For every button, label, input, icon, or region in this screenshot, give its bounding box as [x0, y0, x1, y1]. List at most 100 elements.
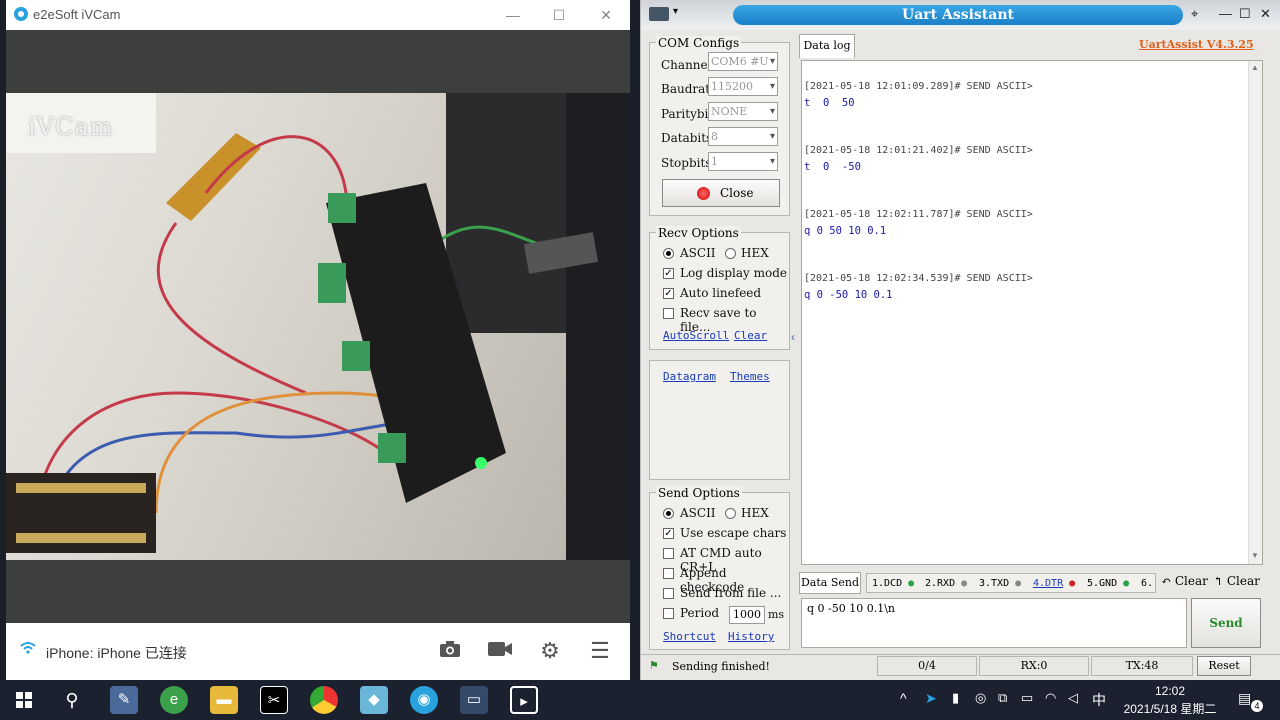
scroll-up-icon[interactable]: ▲ [1251, 63, 1259, 72]
recv-options-panel: Recv Options ASCII HEX ✓ Log display mod… [649, 226, 790, 350]
send-input[interactable]: q 0 -50 10 0.1\n [801, 598, 1187, 648]
send-file-checkbox[interactable] [663, 588, 674, 599]
camera-app-icon[interactable]: ▸ [510, 686, 538, 714]
recv-hex-label: HEX [741, 246, 769, 260]
start-button[interactable] [10, 686, 38, 714]
log-data: t 0 50 [804, 97, 855, 109]
datagram-link[interactable]: Datagram [663, 370, 716, 383]
message-count: 0/4 [877, 656, 977, 676]
maximize-button[interactable]: ☐ [1239, 6, 1251, 22]
tray-app-icon[interactable]: ➤ [925, 690, 937, 707]
ivcam-taskbar-icon[interactable]: ◉ [410, 686, 438, 714]
minimize-button[interactable]: — [1219, 6, 1232, 21]
app-menu-icon[interactable] [649, 7, 669, 21]
search-icon[interactable]: ⚲ [58, 686, 86, 714]
parity-select[interactable]: NONE [708, 102, 778, 121]
folder-icon[interactable]: ▬ [210, 686, 238, 714]
recv-ascii-radio[interactable] [663, 248, 674, 259]
pin-gnd: 5.GND ● [1087, 578, 1130, 589]
clear-send-button[interactable]: ↰ Clear [1213, 574, 1260, 588]
volume-icon[interactable]: ◁ [1068, 690, 1078, 706]
history-link[interactable]: History [728, 630, 774, 643]
camera-preview: iVCam [6, 30, 630, 623]
recv-hex-radio[interactable] [725, 248, 736, 259]
scroll-down-icon[interactable]: ▼ [1251, 551, 1259, 560]
recv-clear-link[interactable]: Clear [734, 329, 767, 342]
log-scrollbar[interactable]: ▲ ▼ [1248, 61, 1262, 564]
tray-cam-icon[interactable]: ◎ [975, 690, 986, 706]
pin-icon[interactable]: ⌖ [1191, 6, 1198, 22]
video-icon[interactable] [486, 637, 514, 665]
clock-time: 12:02 [1154, 684, 1186, 698]
menu-icon[interactable]: ☰ [586, 637, 614, 665]
clear-recv-button[interactable]: ↶ Clear [1161, 574, 1208, 588]
app-icon[interactable]: ◆ [360, 686, 388, 714]
ivcam-titlebar[interactable]: e2eSoft iVCam — ☐ ✕ [6, 0, 630, 30]
channel-label: Channel [661, 58, 712, 72]
collapse-arrow-icon[interactable]: ‹ [791, 330, 799, 354]
ivcam-window: e2eSoft iVCam — ☐ ✕ iVCam iPhone: iPhone… [6, 0, 630, 680]
network-icon[interactable]: ◠ [1045, 690, 1056, 706]
chrome-icon[interactable] [310, 686, 338, 714]
pin-dtr[interactable]: 4.DTR ● [1033, 578, 1075, 589]
battery-icon[interactable]: ▭ [1021, 690, 1033, 706]
stopbits-label: Stopbits [661, 156, 712, 170]
status-led-icon [697, 187, 710, 200]
autoscroll-link[interactable]: AutoScroll [663, 329, 729, 342]
rx-counter: RX:0 [979, 656, 1089, 676]
chevron-down-icon[interactable]: ▾ [673, 6, 678, 17]
group-title: Recv Options [656, 226, 741, 240]
send-ascii-radio[interactable] [663, 508, 674, 519]
databits-select[interactable]: 8 [708, 127, 778, 146]
notification-icon[interactable]: ▤ [1238, 690, 1251, 707]
close-port-button[interactable]: Close [662, 179, 780, 207]
themes-link[interactable]: Themes [730, 370, 770, 383]
reset-button[interactable]: Reset [1197, 656, 1251, 676]
camera-frame-image: iVCam [6, 93, 630, 560]
minimize-button[interactable]: — [503, 5, 523, 25]
tray-chevron-icon[interactable]: ^ [900, 690, 907, 706]
tray-record-icon[interactable]: ⧉ [998, 690, 1007, 706]
at-cmd-checkbox[interactable] [663, 548, 674, 559]
databits-label: Databits [661, 131, 713, 145]
tab-data-send[interactable]: Data Send [799, 572, 861, 594]
shortcut-link[interactable]: Shortcut [663, 630, 716, 643]
send-file-label: Send from file ... [680, 586, 782, 600]
uart-titlebar[interactable]: ▾ Uart Assistant ⌖ — ☐ ✕ [641, 0, 1280, 30]
recv-save-checkbox[interactable] [663, 308, 674, 319]
data-log-area[interactable]: [2021-05-18 12:01:09.289]# SEND ASCII> t… [801, 60, 1263, 565]
stopbits-select[interactable]: 1 [708, 152, 778, 171]
mic-icon[interactable]: ▮ [952, 690, 959, 706]
period-label: Period [680, 606, 720, 620]
log-display-checkbox[interactable]: ✓ [663, 268, 674, 279]
close-window-button[interactable]: ✕ [1260, 6, 1271, 22]
send-button[interactable]: Send [1191, 598, 1261, 648]
period-input[interactable]: 1000 [729, 606, 765, 624]
status-icon: ⚑ [649, 659, 659, 672]
ivcam-watermark: iVCam [28, 113, 114, 141]
send-hex-radio[interactable] [725, 508, 736, 519]
tab-data-log[interactable]: Data log [799, 34, 855, 58]
gear-icon[interactable]: ⚙ [536, 637, 564, 665]
auto-linefeed-label: Auto linefeed [680, 286, 762, 300]
capcut-icon[interactable]: ✂ [260, 686, 288, 714]
escape-chars-checkbox[interactable]: ✓ [663, 528, 674, 539]
checkcode-checkbox[interactable] [663, 568, 674, 579]
baudrate-select[interactable]: 115200 [708, 77, 778, 96]
camera-icon[interactable] [436, 637, 464, 665]
version-link[interactable]: UartAssist V4.3.25 [1139, 38, 1254, 51]
ime-indicator[interactable]: 中 [1092, 690, 1106, 710]
browser-app-icon[interactable]: e [160, 686, 188, 714]
circuit-board-photo [6, 93, 630, 560]
status-message: Sending finished! [672, 660, 770, 673]
close-button-label: Close [720, 186, 754, 200]
channel-select[interactable]: COM6 #U [708, 52, 778, 71]
uart-taskbar-icon[interactable]: ▭ [460, 686, 488, 714]
period-checkbox[interactable] [663, 608, 674, 619]
pen-app-icon[interactable]: ✎ [110, 686, 138, 714]
notification-count: 4 [1251, 700, 1263, 712]
close-window-button[interactable]: ✕ [596, 5, 616, 25]
auto-linefeed-checkbox[interactable]: ✓ [663, 288, 674, 299]
maximize-button[interactable]: ☐ [549, 5, 569, 25]
clock[interactable]: 12:02 2021/5/18 星期二 [1116, 684, 1224, 717]
